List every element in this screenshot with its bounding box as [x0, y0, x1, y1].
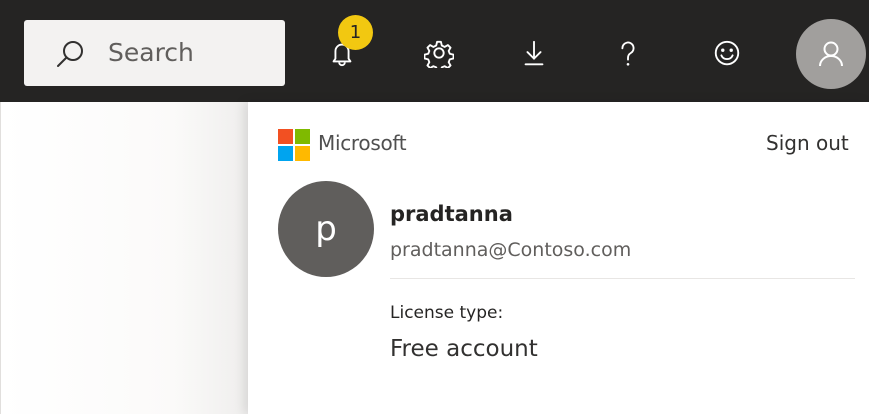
license-type-value: Free account	[390, 336, 538, 362]
question-mark-icon	[621, 41, 635, 66]
smiley-icon	[714, 40, 740, 66]
gear-icon	[424, 40, 454, 68]
user-name: pradtanna	[390, 202, 513, 226]
background-content-pane	[0, 102, 248, 414]
search-box[interactable]: Search	[24, 20, 285, 86]
top-navigation-bar: Search 1	[0, 0, 869, 102]
download-button[interactable]	[504, 20, 564, 86]
brand-name: Microsoft	[318, 131, 407, 155]
account-manager-panel: Microsoft Sign out p pradtanna pradtanna…	[248, 102, 869, 414]
user-email: pradtanna@Contoso.com	[390, 239, 632, 261]
divider	[390, 278, 855, 279]
search-placeholder: Search	[108, 38, 194, 67]
sign-out-link[interactable]: Sign out	[766, 128, 849, 158]
settings-button[interactable]	[409, 20, 469, 86]
search-icon	[57, 41, 83, 67]
license-type-label: License type:	[390, 303, 504, 323]
notification-badge: 1	[338, 15, 373, 50]
user-avatar: p	[278, 181, 374, 277]
help-button[interactable]	[598, 20, 658, 86]
microsoft-logo	[278, 129, 310, 161]
download-arrow-icon	[524, 40, 544, 66]
person-icon	[819, 41, 843, 67]
feedback-button[interactable]	[697, 20, 757, 86]
account-button[interactable]	[796, 19, 866, 89]
